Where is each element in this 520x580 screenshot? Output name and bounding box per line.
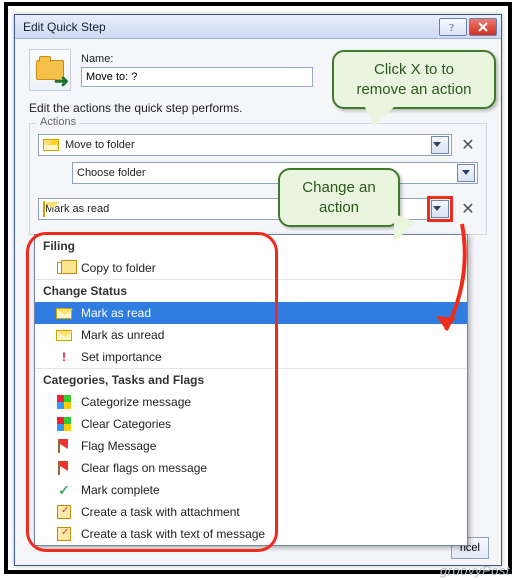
task-attachment-icon — [55, 504, 73, 520]
actions-group-label: Actions — [36, 116, 80, 128]
dropdown-group-change-status: Change Status — [35, 279, 467, 302]
clear-flag-icon — [55, 460, 73, 476]
dropdown-item-copy-to-folder[interactable]: Copy to folder — [35, 257, 467, 279]
copy-to-folder-icon — [55, 260, 73, 276]
dropdown-item-flag-message[interactable]: Flag Message — [35, 435, 467, 457]
action-1-remove-button[interactable]: ✕ — [458, 135, 478, 155]
action-1-dropdown-button[interactable] — [431, 136, 449, 154]
mark-as-read-icon — [43, 202, 45, 216]
categorize-icon — [55, 394, 73, 410]
dropdown-item-task-attachment[interactable]: Create a task with attachment — [35, 501, 467, 523]
window-title: Edit Quick Step — [23, 20, 106, 34]
check-icon: ✓ — [55, 482, 73, 498]
dropdown-item-clear-categories[interactable]: Clear Categories — [35, 413, 467, 435]
actions-group: Actions Move to folder ✕ Choose folder — [29, 123, 487, 235]
choose-folder-combo[interactable]: Choose folder — [72, 162, 478, 184]
flag-icon — [55, 438, 73, 454]
action-row-1: Move to folder ✕ — [38, 134, 478, 156]
action-2-dropdown-button[interactable] — [431, 200, 449, 218]
dropdown-item-clear-flags[interactable]: Clear flags on message — [35, 457, 467, 479]
action-2-remove-button[interactable]: ✕ — [458, 199, 478, 219]
action-dropdown-list[interactable]: Filing Copy to folder Change Status Mark… — [34, 234, 468, 546]
dropdown-item-categorize[interactable]: Categorize message — [35, 391, 467, 413]
clear-categories-icon — [55, 416, 73, 432]
watermark: groovyPost — [440, 563, 510, 578]
dropdown-item-set-importance[interactable]: ! Set importance — [35, 346, 467, 368]
action-1-combo[interactable]: Move to folder — [38, 134, 452, 156]
action-1-subrow: Choose folder — [38, 162, 478, 184]
annotation-callout-change: Change an action — [278, 168, 400, 227]
move-to-folder-icon — [43, 139, 59, 151]
titlebar: Edit Quick Step ? — [15, 15, 501, 39]
close-button[interactable] — [469, 18, 497, 36]
mark-unread-icon — [55, 327, 73, 343]
name-input[interactable] — [81, 67, 313, 87]
dropdown-item-mark-as-unread[interactable]: Mark as unread — [35, 324, 467, 346]
dropdown-item-mark-complete[interactable]: ✓ Mark complete — [35, 479, 467, 501]
importance-icon: ! — [55, 349, 73, 365]
choose-folder-label: Choose folder — [77, 167, 457, 179]
task-text-icon — [55, 526, 73, 542]
quick-step-icon[interactable]: ➜ — [29, 49, 71, 91]
dropdown-group-categories: Categories, Tasks and Flags — [35, 368, 467, 391]
svg-text:?: ? — [449, 22, 454, 32]
mark-read-icon — [55, 305, 73, 321]
dropdown-item-task-text[interactable]: Create a task with text of message — [35, 523, 467, 545]
help-button[interactable]: ? — [439, 18, 467, 36]
choose-folder-dropdown-button[interactable] — [457, 164, 475, 182]
action-1-label: Move to folder — [65, 139, 431, 151]
dropdown-item-mark-as-read[interactable]: Mark as read — [35, 302, 467, 324]
annotation-callout-remove: Click X to to remove an action — [332, 50, 496, 109]
